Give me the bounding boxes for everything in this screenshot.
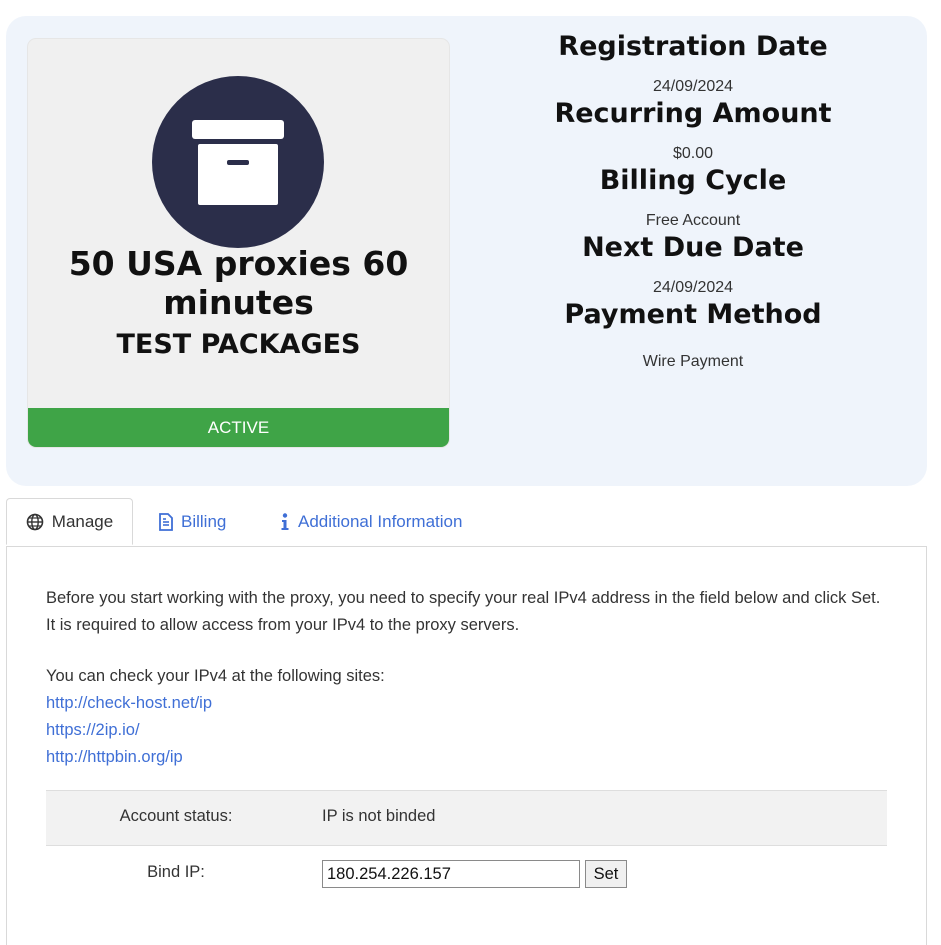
product-card: 50 USA proxies 60 minutes TEST PACKAGES … <box>28 39 449 447</box>
intro-text: Before you start working with the proxy,… <box>46 589 881 634</box>
archive-box-icon <box>152 76 324 248</box>
recurring-amount-label: Recurring Amount <box>554 98 832 129</box>
billing-cycle-value: Free Account <box>645 212 741 229</box>
account-status-row: Account status: IP is not binded <box>46 790 887 846</box>
tab-bar: Manage Billing Additional Information <box>6 498 927 547</box>
tab-billing-label: Billing <box>181 511 227 531</box>
manage-tab-content: Before you start working with the proxy,… <box>6 547 927 945</box>
tab-manage-label: Manage <box>51 511 114 531</box>
2ip-link[interactable]: https://2ip.io/ <box>46 717 140 744</box>
product-group: TEST PACKAGES <box>116 329 361 360</box>
httpbin-link[interactable]: http://httpbin.org/ip <box>46 744 183 771</box>
tab-additional-information-label: Additional Information <box>298 511 463 531</box>
recurring-amount-value: $0.00 <box>672 145 714 162</box>
registration-date-value: 24/09/2024 <box>652 78 734 95</box>
payment-method-value: Wire Payment <box>642 353 744 370</box>
check-ip-text: You can check your IPv4 at the following… <box>46 667 385 685</box>
account-status-label: Account status: <box>119 807 233 825</box>
box-body <box>198 144 278 205</box>
globe-icon <box>26 513 44 531</box>
next-due-date-label: Next Due Date <box>582 232 804 263</box>
bind-ip-label: Bind IP: <box>147 863 205 881</box>
check-host-link[interactable]: http://check-host.net/ip <box>46 690 212 717</box>
service-details: Registration Date 24/09/2024 Recurring A… <box>470 30 916 372</box>
account-status-value: IP is not binded <box>322 807 436 825</box>
document-icon <box>159 512 173 531</box>
tab-billing[interactable]: Billing <box>159 498 226 545</box>
product-name: 50 USA proxies 60 minutes <box>68 244 409 322</box>
set-button[interactable]: Set <box>585 860 627 888</box>
info-icon <box>280 512 290 531</box>
tab-additional-information[interactable]: Additional Information <box>280 498 462 545</box>
bind-ip-input[interactable] <box>322 860 580 888</box>
billing-cycle-label: Billing Cycle <box>599 165 787 196</box>
next-due-date-value: 24/09/2024 <box>652 279 734 296</box>
box-lid <box>192 120 284 139</box>
registration-date-label: Registration Date <box>558 31 828 62</box>
payment-method-label: Payment Method <box>564 299 822 330</box>
status-badge: ACTIVE <box>28 408 449 447</box>
tab-manage[interactable]: Manage <box>6 498 133 545</box>
box-handle <box>227 160 249 165</box>
